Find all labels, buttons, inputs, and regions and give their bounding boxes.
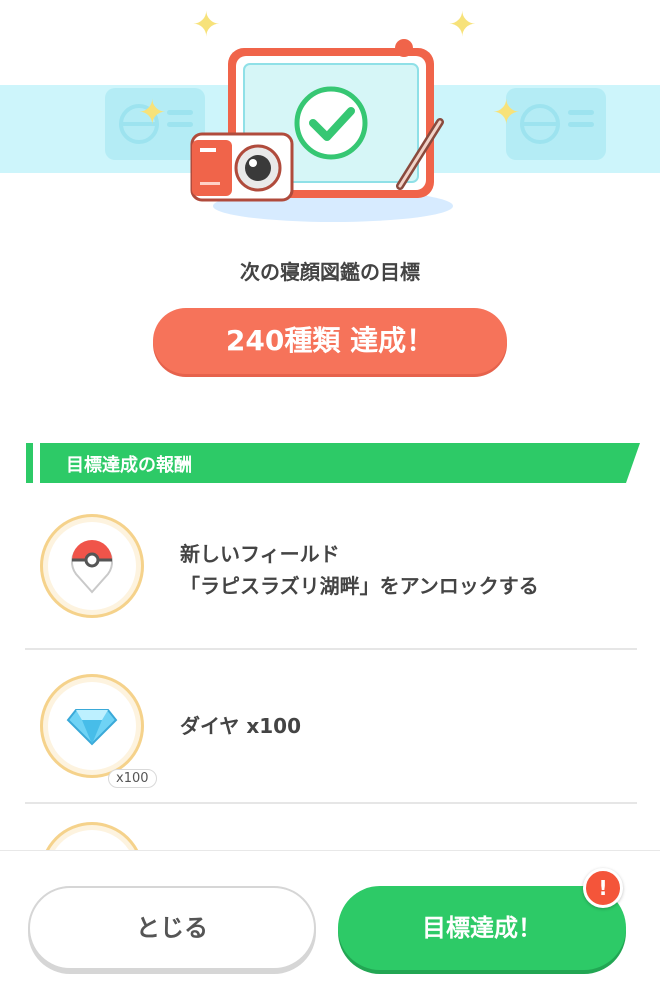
rewards-section-header: 目標達成の報酬 — [26, 443, 640, 483]
footer-bar: とじる 目標達成！ — [0, 850, 660, 1001]
reward-icon-frame-partial — [40, 822, 144, 850]
goal-achieved-button[interactable]: 目標達成！ — [338, 886, 626, 970]
quantity-badge: x100 — [108, 769, 157, 788]
bg-card-icon — [506, 88, 606, 160]
reward-list: 新しいフィールド 「ラピスラズリ湖畔」をアンロックする x100 ダイヤ x10… — [25, 500, 637, 804]
diamond-icon — [66, 709, 118, 746]
reward-item: 新しいフィールド 「ラピスラズリ湖畔」をアンロックする — [25, 500, 637, 650]
reward-text-line1: 新しいフィールド — [180, 542, 340, 566]
close-button[interactable]: とじる — [28, 886, 316, 970]
sparkle-icon: ✦ — [492, 93, 521, 133]
hero-banner: ✦ ✦ ✦ ✦ — [0, 0, 660, 230]
reward-text-line1: ダイヤ x100 — [180, 714, 302, 738]
tablet-camera-illustration — [190, 39, 453, 222]
field-pin-icon — [71, 540, 113, 594]
reward-text-line2: 「ラピスラズリ湖畔」をアンロックする — [180, 574, 539, 598]
rewards-section-title: 目標達成の報酬 — [66, 455, 192, 476]
sparkle-icon: ✦ — [138, 93, 167, 133]
reward-icon-frame — [40, 514, 144, 618]
goal-value-badge: 240種類 達成！ — [153, 308, 507, 374]
goal-label: 次の寝顔図鑑の目標 — [240, 260, 420, 284]
alert-icon: ! — [583, 868, 623, 908]
reward-icon-frame: x100 — [40, 674, 157, 788]
reward-item: x100 ダイヤ x100 — [25, 650, 637, 804]
